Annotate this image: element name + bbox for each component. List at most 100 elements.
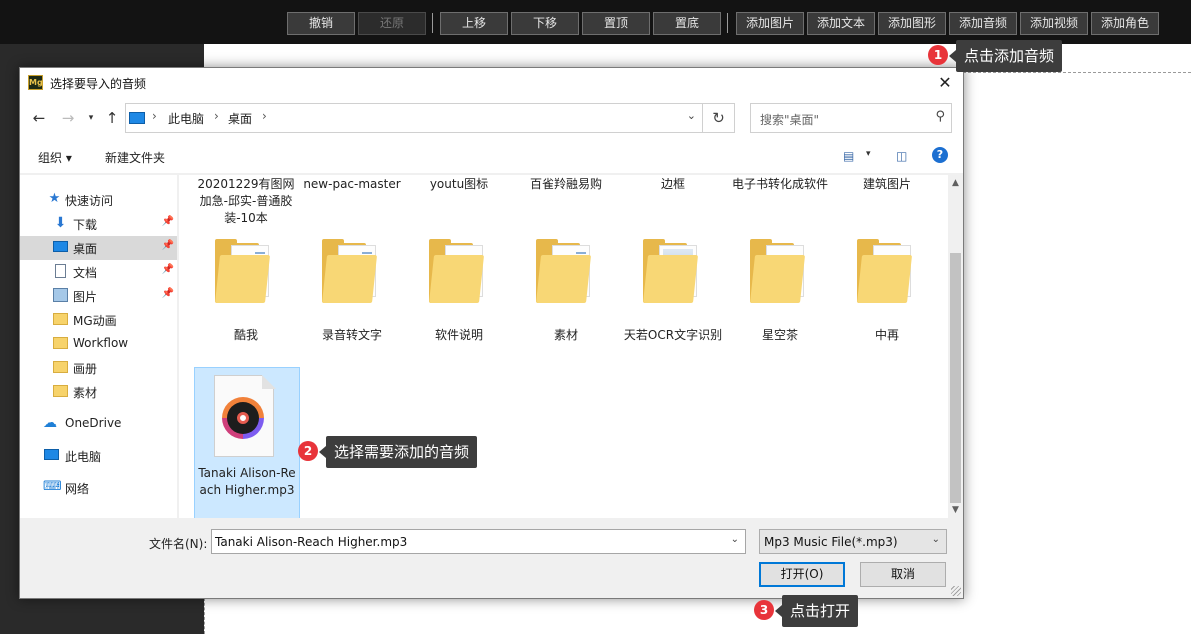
sidebar-item-workflow[interactable]: Workflow [20, 332, 177, 356]
sidebar-item-documents[interactable]: 文档 📌 [20, 260, 177, 284]
filename-input[interactable]: Tanaki Alison-Reach Higher.mp3 ⌄ [211, 529, 746, 554]
scroll-down-icon[interactable]: ▼ [948, 502, 963, 518]
file-item-name[interactable]: youtu图标 [409, 176, 509, 193]
folder-name[interactable]: 天若OCR文字识别 [623, 327, 723, 344]
chevron-down-icon[interactable]: ▾ [866, 149, 871, 159]
sidebar-item-label: 文档 [73, 266, 98, 280]
add-video-button[interactable]: 添加视频 [1020, 12, 1088, 35]
dialog-toolbar: 组织 ▾ 新建文件夹 ▤ ▾ ◫ ? [20, 138, 963, 174]
sidebar-item-pictures[interactable]: 图片 📌 [20, 284, 177, 308]
folder-name[interactable]: 软件说明 [409, 327, 509, 344]
bring-to-top-button[interactable]: 置顶 [582, 12, 650, 35]
sidebar-item-materials[interactable]: 素材 [20, 380, 177, 404]
folder-icon[interactable] [318, 239, 388, 309]
add-audio-button[interactable]: 添加音频 [949, 12, 1017, 35]
address-bar[interactable]: › 此电脑 › 桌面 › ⌄ ↻ [125, 103, 735, 133]
address-dropdown-icon[interactable]: ⌄ [687, 109, 696, 122]
up-arrow-icon[interactable]: ↑ [102, 108, 122, 128]
dialog-footer: 文件名(N): Tanaki Alison-Reach Higher.mp3 ⌄… [20, 518, 963, 598]
redo-button[interactable]: 还原 [358, 12, 426, 35]
sidebar-item-network[interactable]: ⌨ 网络 [20, 476, 177, 500]
cancel-button[interactable]: 取消 [860, 562, 946, 587]
folder-icon[interactable] [211, 239, 281, 309]
new-folder-button[interactable]: 新建文件夹 [105, 149, 165, 166]
open-button[interactable]: 打开(O) [759, 562, 845, 587]
add-shape-button[interactable]: 添加图形 [878, 12, 946, 35]
search-icon[interactable]: ⚲ [935, 109, 945, 124]
sidebar-item-desktop[interactable]: 桌面 📌 [20, 236, 177, 260]
resize-grip[interactable] [951, 586, 961, 596]
forward-arrow-icon[interactable]: → [58, 108, 78, 128]
pin-icon: 📌 [161, 288, 174, 299]
move-up-button[interactable]: 上移 [440, 12, 508, 35]
folder-name[interactable]: 酷我 [196, 327, 296, 344]
file-item-name[interactable]: 百雀羚融易购 [516, 176, 616, 193]
sidebar-item-label: 此电脑 [65, 450, 102, 464]
sidebar-item-label: 桌面 [73, 242, 98, 256]
navigation-pane: ★ 快速访问 ⬇ 下载 📌 桌面 📌 文档 📌 图片 📌 MG动画 Workfl… [20, 175, 177, 518]
folder-name[interactable]: 星空茶 [730, 327, 830, 344]
folder-name[interactable]: 中再 [837, 327, 937, 344]
selected-file-name[interactable]: Tanaki Alison-Reach Higher.mp3 [196, 465, 298, 499]
sidebar-item-mg-animation[interactable]: MG动画 [20, 308, 177, 332]
scrollbar-thumb[interactable] [950, 253, 961, 503]
move-down-button[interactable]: 下移 [511, 12, 579, 35]
breadcrumb-this-pc[interactable]: 此电脑 [168, 110, 204, 127]
folder-name[interactable]: 录音转文字 [302, 327, 402, 344]
chevron-down-icon[interactable]: ⌄ [731, 534, 739, 545]
cloud-icon: ☁ [43, 415, 57, 431]
filetype-select[interactable]: Mp3 Music File(*.mp3) ⌄ [759, 529, 947, 554]
callout-tip-3: 点击打开 [774, 595, 859, 627]
folder-icon[interactable] [425, 239, 495, 309]
search-box[interactable]: 搜索"桌面" ⚲ [750, 103, 952, 133]
send-to-bottom-button[interactable]: 置底 [653, 12, 721, 35]
sidebar-item-label: 图片 [73, 290, 98, 304]
recent-locations-chevron-icon[interactable]: ▾ [81, 108, 101, 128]
navigation-bar: ← → ▾ ↑ › 此电脑 › 桌面 › ⌄ ↻ 搜索"桌面" ⚲ [20, 98, 963, 138]
music-file-icon[interactable] [214, 375, 278, 459]
view-mode-icon[interactable]: ▤ [843, 149, 854, 163]
file-item-name[interactable]: 电子书转化成软件 [730, 176, 830, 193]
open-audio-dialog: Mg 选择要导入的音频 ✕ ← → ▾ ↑ › 此电脑 › 桌面 › ⌄ ↻ 搜… [19, 67, 964, 599]
folder-icon[interactable]: PDF [746, 239, 816, 309]
preview-pane-icon[interactable]: ◫ [896, 149, 907, 163]
file-item-name[interactable]: 边框 [623, 176, 723, 193]
chevron-down-icon[interactable]: ⌄ [932, 534, 940, 545]
folder-icon[interactable] [532, 239, 602, 309]
scroll-up-icon[interactable]: ▲ [948, 175, 963, 191]
sidebar-item-label: OneDrive [65, 416, 122, 430]
sidebar-item-album[interactable]: 画册 [20, 356, 177, 380]
vertical-scrollbar[interactable]: ▲ ▼ [948, 175, 963, 518]
canvas-border [963, 72, 1191, 73]
add-character-button[interactable]: 添加角色 [1091, 12, 1159, 35]
breadcrumb-desktop[interactable]: 桌面 [228, 110, 252, 127]
sidebar-item-downloads[interactable]: ⬇ 下载 📌 [20, 212, 177, 236]
folder-name[interactable]: 素材 [516, 327, 616, 344]
add-image-button[interactable]: 添加图片 [736, 12, 804, 35]
chevron-right-icon[interactable]: › [214, 109, 219, 123]
close-icon[interactable]: ✕ [933, 71, 957, 95]
help-icon[interactable]: ? [932, 147, 948, 163]
chevron-right-icon[interactable]: › [152, 109, 157, 123]
sidebar-item-label: 素材 [73, 386, 98, 400]
chevron-right-icon[interactable]: › [262, 109, 267, 123]
search-placeholder: 搜索"桌面" [760, 113, 820, 127]
organize-menu[interactable]: 组织 ▾ [38, 149, 72, 166]
file-item-name[interactable]: 建筑图片 [837, 176, 937, 193]
back-arrow-icon[interactable]: ← [29, 108, 49, 128]
file-item-name[interactable]: new-pac-master [302, 176, 402, 193]
add-text-button[interactable]: 添加文本 [807, 12, 875, 35]
sidebar-item-label: 画册 [73, 362, 98, 376]
callout-tip-2: 选择需要添加的音频 [318, 436, 478, 468]
undo-button[interactable]: 撤销 [287, 12, 355, 35]
file-item-name[interactable]: 20201229有图网加急-邱实-普通胶装-10本 [196, 176, 296, 227]
refresh-icon[interactable]: ↻ [702, 104, 734, 132]
folder-icon[interactable] [853, 239, 923, 309]
folder-icon[interactable] [639, 239, 709, 309]
filename-label: 文件名(N): [149, 537, 208, 551]
sidebar-item-onedrive[interactable]: ☁ OneDrive [20, 412, 177, 436]
callout-number-1: 1 [928, 45, 948, 65]
sidebar-item-quick-access[interactable]: ★ 快速访问 [20, 188, 177, 212]
sidebar-item-this-pc[interactable]: 此电脑 [20, 444, 177, 468]
document-icon [55, 264, 66, 278]
